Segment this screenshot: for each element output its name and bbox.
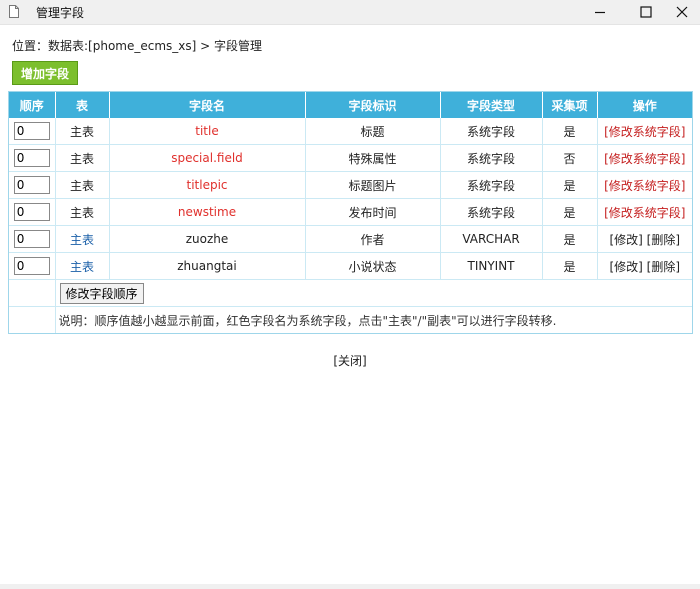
- note-row: 说明：顺序值越小越显示前面，红色字段名为系统字段，点击"主表"/"副表"可以进行…: [9, 306, 692, 333]
- minimize-icon: [595, 11, 605, 14]
- field-label: 小说状态: [305, 252, 441, 280]
- field-name: zhuangtai: [109, 252, 306, 280]
- table-row: 主表 zuozhe 作者 VARCHAR 是 [修改] [删除]: [9, 225, 692, 253]
- field-name: zuozhe: [109, 225, 306, 253]
- order-input[interactable]: [13, 149, 50, 167]
- table-link[interactable]: 主表: [70, 179, 94, 193]
- order-input[interactable]: [13, 257, 50, 275]
- document-icon: [9, 5, 19, 18]
- header-table: 表: [55, 92, 110, 118]
- minimize-button[interactable]: [580, 0, 620, 24]
- field-type: VARCHAR: [440, 225, 543, 253]
- edit-system-field-link[interactable]: [修改系统字段]: [604, 179, 685, 193]
- table-link[interactable]: 主表: [70, 125, 94, 139]
- breadcrumb-prefix: 位置：: [12, 39, 49, 53]
- note-text: 说明：顺序值越小越显示前面，红色字段名为系统字段，点击"主表"/"副表"可以进行…: [58, 313, 557, 328]
- breadcrumb: 位置：数据表:[phome_ecms_xs] > 字段管理: [12, 37, 262, 54]
- delete-link[interactable]: [删除]: [647, 260, 680, 274]
- update-order-button[interactable]: 修改字段顺序: [59, 282, 144, 304]
- collect-flag: 否: [542, 144, 598, 172]
- breadcrumb-table-link[interactable]: 数据表:[phome_ecms_xs]: [48, 39, 196, 53]
- field-type: 系统字段: [440, 171, 543, 199]
- breadcrumb-separator: >: [196, 39, 215, 53]
- table-link[interactable]: 主表: [70, 206, 94, 220]
- order-input[interactable]: [13, 230, 50, 248]
- edit-link[interactable]: [修改]: [609, 260, 642, 274]
- table-link[interactable]: 主表: [70, 260, 94, 274]
- table-row: 主表 zhuangtai 小说状态 TINYINT 是 [修改] [删除]: [9, 252, 692, 280]
- table-row: 主表 titlepic 标题图片 系统字段 是 [修改系统字段]: [9, 171, 692, 199]
- header-order: 顺序: [9, 92, 56, 118]
- window-title: 管理字段: [36, 6, 85, 20]
- close-link[interactable]: [关闭]: [0, 352, 700, 369]
- collect-flag: 是: [542, 252, 598, 280]
- edit-system-field-link[interactable]: [修改系统字段]: [604, 152, 685, 166]
- table-row: 主表 newstime 发布时间 系统字段 是 [修改系统字段]: [9, 198, 692, 226]
- field-table: 顺序 表 字段名 字段标识 字段类型 采集项 操作 主表 title 标题 系统…: [8, 91, 693, 334]
- table-link[interactable]: 主表: [70, 152, 94, 166]
- field-name: special.field: [109, 144, 306, 172]
- collect-flag: 是: [542, 198, 598, 226]
- maximize-button[interactable]: [626, 0, 666, 24]
- field-label: 作者: [305, 225, 441, 253]
- table-row: 主表 special.field 特殊属性 系统字段 否 [修改系统字段]: [9, 144, 692, 172]
- field-name: titlepic: [109, 171, 306, 199]
- table-header-row: 顺序 表 字段名 字段标识 字段类型 采集项 操作: [9, 92, 692, 118]
- collect-flag: 是: [542, 171, 598, 199]
- field-label: 标题: [305, 118, 441, 145]
- order-input[interactable]: [13, 122, 50, 140]
- table-link[interactable]: 主表: [70, 233, 94, 247]
- edit-system-field-link[interactable]: [修改系统字段]: [604, 125, 685, 139]
- field-type: 系统字段: [440, 118, 543, 145]
- close-button[interactable]: [662, 0, 700, 24]
- field-label: 标题图片: [305, 171, 441, 199]
- header-field-type: 字段类型: [440, 92, 543, 118]
- header-collect: 采集项: [542, 92, 598, 118]
- header-actions: 操作: [597, 92, 692, 118]
- close-icon: [676, 6, 688, 18]
- delete-link[interactable]: [删除]: [647, 233, 680, 247]
- breadcrumb-current[interactable]: 字段管理: [214, 39, 262, 53]
- field-type: 系统字段: [440, 198, 543, 226]
- maximize-icon: [640, 6, 652, 18]
- field-label: 特殊属性: [305, 144, 441, 172]
- collect-flag: 是: [542, 118, 598, 145]
- table-row: 主表 title 标题 系统字段 是 [修改系统字段]: [9, 118, 692, 145]
- header-field-name: 字段名: [109, 92, 306, 118]
- field-type: TINYINT: [440, 252, 543, 280]
- order-button-row: 修改字段顺序: [9, 279, 692, 307]
- collect-flag: 是: [542, 225, 598, 253]
- field-label: 发布时间: [305, 198, 441, 226]
- header-field-label: 字段标识: [305, 92, 441, 118]
- order-input[interactable]: [13, 176, 50, 194]
- bottom-strip: [0, 584, 700, 589]
- field-type: 系统字段: [440, 144, 543, 172]
- order-input[interactable]: [13, 203, 50, 221]
- edit-link[interactable]: [修改]: [609, 233, 642, 247]
- add-field-button[interactable]: 增加字段: [12, 61, 78, 85]
- field-name: title: [109, 118, 306, 145]
- field-name: newstime: [109, 198, 306, 226]
- window-title-bar: 管理字段: [0, 0, 700, 25]
- edit-system-field-link[interactable]: [修改系统字段]: [604, 206, 685, 220]
